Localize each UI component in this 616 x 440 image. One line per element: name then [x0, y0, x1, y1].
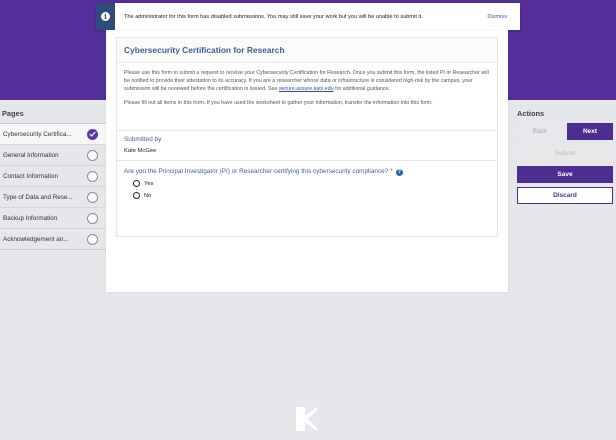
page-item-label: Cybersecurity Certifica... [3, 130, 72, 138]
form-section: Cybersecurity Certification for Research… [116, 37, 498, 237]
radio-label: No [144, 192, 152, 199]
radio-button[interactable] [133, 180, 140, 187]
incomplete-circle-icon [87, 170, 98, 182]
page-item-label: Type of Data and Rese... [3, 193, 73, 201]
page-item-type-of-data[interactable]: Type of Data and Rese... [0, 186, 106, 207]
required-marker: * [390, 168, 393, 175]
page-item-acknowledgement[interactable]: Acknowledgement an... [0, 228, 106, 249]
radio-option-no[interactable]: No [133, 192, 151, 199]
check-icon [87, 128, 98, 140]
dismiss-button[interactable]: Dismiss [487, 14, 507, 20]
pi-question: Are you the Principal Investigator (PI) … [124, 168, 403, 176]
page-item-general-information[interactable]: General Information [0, 144, 106, 165]
submit-button[interactable]: Submit [517, 145, 613, 162]
brand-logo [296, 407, 317, 431]
submitted-by-value: Kate McGee [124, 148, 157, 154]
instruction-text: Please fill out all items in this form. … [124, 100, 433, 106]
incomplete-circle-icon [87, 233, 98, 245]
divider [117, 160, 497, 161]
form-header: Cybersecurity Certification for Research [117, 38, 497, 63]
next-button[interactable]: Next [567, 123, 613, 140]
save-button[interactable]: Save [517, 166, 613, 183]
page-item-backup-information[interactable]: Backup Information [0, 207, 106, 228]
incomplete-circle-icon [87, 191, 98, 203]
discard-button[interactable]: Discard [517, 187, 613, 204]
intro-suffix: for additional guidance. [335, 86, 390, 92]
page-item-label: Contact Information [3, 172, 58, 180]
submission-disabled-banner: i The administrator for this form has di… [96, 3, 520, 30]
banner-message: The administrator for this form has disa… [124, 13, 423, 20]
pi-question-text: Are you the Principal Investigator (PI) … [124, 168, 389, 175]
page-item-label: Acknowledgement an... [3, 235, 69, 243]
pages-list: Cybersecurity Certifica... General Infor… [0, 123, 106, 250]
divider [117, 130, 497, 131]
help-icon[interactable]: ? [395, 169, 403, 176]
page-item-label: Backup Information [3, 214, 58, 222]
info-icon: i [101, 12, 110, 21]
page-item-cybersecurity-certification[interactable]: Cybersecurity Certifica... [0, 123, 106, 144]
banner-icon-box: i [96, 3, 115, 30]
form-body: Please use this form to submit a request… [117, 63, 497, 106]
incomplete-circle-icon [87, 212, 98, 224]
form-card: Cybersecurity Certification for Research… [106, 30, 508, 292]
pages-heading: Pages [2, 109, 24, 118]
radio-label: Yes [144, 180, 154, 187]
intro-text: Please use this form to submit a request… [124, 69, 490, 93]
actions-heading: Actions [517, 109, 545, 118]
submitted-by-label: Submitted by [124, 136, 162, 143]
form-title: Cybersecurity Certification for Research [124, 45, 285, 55]
incomplete-circle-icon [87, 149, 98, 161]
guidance-link[interactable]: secure.assure.kats.edu [279, 86, 334, 92]
radio-button[interactable] [133, 192, 140, 199]
page-item-contact-information[interactable]: Contact Information [0, 165, 106, 186]
radio-option-yes[interactable]: Yes [133, 180, 153, 187]
back-button[interactable]: Back [517, 123, 563, 140]
page-item-label: General Information [3, 151, 59, 159]
